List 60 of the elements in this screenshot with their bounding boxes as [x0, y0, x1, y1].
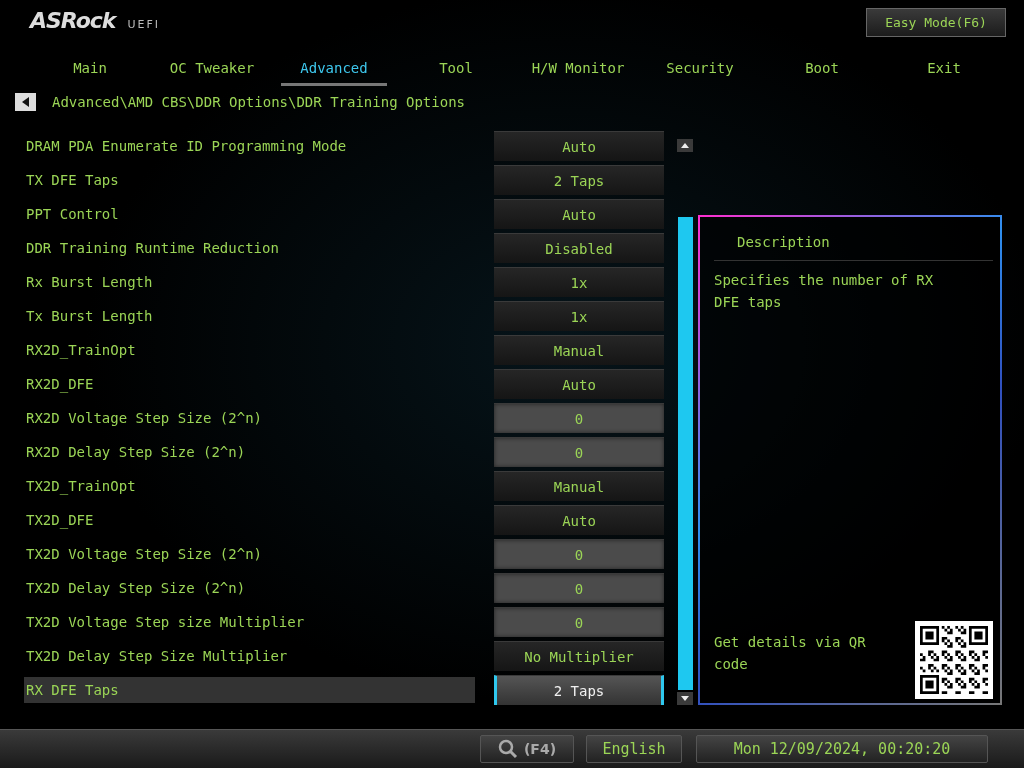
setting-label[interactable]: TX2D Voltage Step size Multiplier: [24, 609, 475, 635]
back-arrow-icon: [21, 97, 30, 107]
menu-tab[interactable]: Exit: [891, 46, 997, 86]
value-field[interactable]: 0: [494, 403, 664, 433]
setting-label[interactable]: RX DFE Taps: [24, 677, 475, 703]
option-button[interactable]: 1x: [494, 301, 664, 331]
option-button[interactable]: Auto: [494, 131, 664, 161]
value-field[interactable]: 0: [494, 437, 664, 467]
scroll-up-button[interactable]: [677, 139, 693, 152]
menu-tab[interactable]: Boot: [769, 46, 875, 86]
option-button[interactable]: Auto: [494, 505, 664, 535]
search-button[interactable]: (F4): [480, 735, 574, 763]
setting-label[interactable]: TX DFE Taps: [24, 167, 475, 193]
back-button[interactable]: [15, 93, 36, 111]
value-field[interactable]: 0: [494, 539, 664, 569]
option-button[interactable]: Auto: [494, 199, 664, 229]
option-button[interactable]: Disabled: [494, 233, 664, 263]
setting-label[interactable]: Rx Burst Length: [24, 269, 475, 295]
option-button[interactable]: No Multiplier: [494, 641, 664, 671]
option-button[interactable]: 1x: [494, 267, 664, 297]
option-button[interactable]: Auto: [494, 369, 664, 399]
logo-subtitle: UEFI: [127, 18, 161, 31]
setting-label[interactable]: TX2D Voltage Step Size (2^n): [24, 541, 475, 567]
setting-label[interactable]: RX2D Delay Step Size (2^n): [24, 439, 475, 465]
scrollbar[interactable]: [677, 139, 693, 705]
scroll-down-button[interactable]: [677, 692, 693, 705]
up-triangle-icon: [681, 143, 689, 148]
setting-label[interactable]: RX2D_DFE: [24, 371, 475, 397]
down-triangle-icon: [681, 696, 689, 701]
menu-tab[interactable]: OC Tweaker: [159, 46, 265, 86]
value-field[interactable]: 0: [494, 607, 664, 637]
description-title: Description: [714, 217, 993, 261]
setting-label[interactable]: DRAM PDA Enumerate ID Programming Mode: [24, 133, 475, 159]
menu-tab[interactable]: Advanced: [281, 46, 387, 86]
breadcrumb-path: Advanced\AMD CBS\DDR Options\DDR Training Options: [52, 94, 465, 110]
option-button[interactable]: Manual: [494, 335, 664, 365]
setting-label[interactable]: DDR Training Runtime Reduction: [24, 235, 475, 261]
value-field[interactable]: 0: [494, 573, 664, 603]
setting-label[interactable]: TX2D_TrainOpt: [24, 473, 475, 499]
language-button[interactable]: English: [586, 735, 682, 763]
setting-label[interactable]: PPT Control: [24, 201, 475, 227]
menu-tab[interactable]: Tool: [403, 46, 509, 86]
search-icon: [497, 739, 518, 759]
setting-label[interactable]: Tx Burst Length: [24, 303, 475, 329]
menu-tab[interactable]: Main: [37, 46, 143, 86]
menu-tab[interactable]: Security: [647, 46, 753, 86]
datetime-display[interactable]: Mon 12/09/2024, 00:20:20: [696, 735, 988, 763]
option-button[interactable]: 2 Taps: [494, 675, 664, 705]
setting-label[interactable]: TX2D Delay Step Size (2^n): [24, 575, 475, 601]
setting-label[interactable]: RX2D Voltage Step Size (2^n): [24, 405, 475, 431]
setting-label[interactable]: RX2D_TrainOpt: [24, 337, 475, 363]
setting-label[interactable]: TX2D_DFE: [24, 507, 475, 533]
description-text: Specifies the number of RX DFE taps: [714, 271, 935, 312]
easy-mode-button[interactable]: Easy Mode(F6): [866, 8, 1006, 37]
option-button[interactable]: Manual: [494, 471, 664, 501]
menu-tab[interactable]: H/W Monitor: [525, 46, 631, 86]
logo: ASRock: [30, 8, 116, 33]
qr-caption: Get details via QR code: [714, 633, 867, 674]
setting-label[interactable]: TX2D Delay Step Size Multiplier: [24, 643, 475, 669]
option-button[interactable]: 2 Taps: [494, 165, 664, 195]
